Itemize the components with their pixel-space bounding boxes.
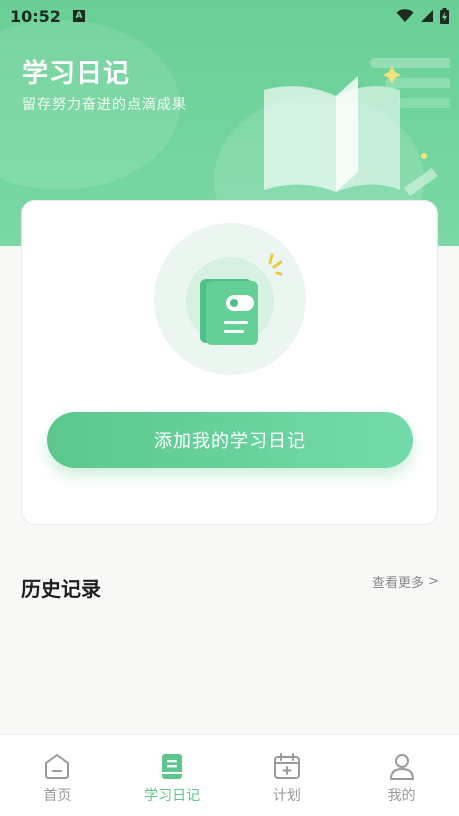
view-more-label: 查看更多 <box>372 576 425 591</box>
status-time: 10:52 <box>10 6 61 26</box>
page-subtitle: 留存努力奋进的点滴成果 <box>22 97 187 113</box>
notification-badge-icon: A <box>72 10 85 22</box>
tab-diary[interactable]: 学习日记 <box>115 735 230 816</box>
tab-diary-label: 学习日记 <box>144 788 201 804</box>
home-icon <box>45 754 70 779</box>
bottom-tab-bar: 首页 学习日记 计划 我的 <box>0 734 459 816</box>
signal-icon <box>421 10 433 22</box>
tab-mine-label: 我的 <box>387 788 416 804</box>
tab-plan-label: 计划 <box>272 788 301 804</box>
tab-home-label: 首页 <box>43 788 72 804</box>
notebook-icon <box>186 253 282 345</box>
tab-home[interactable]: 首页 <box>0 735 115 816</box>
diary-icon <box>162 754 183 779</box>
chevron-right-icon: > <box>428 574 439 589</box>
tab-mine[interactable]: 我的 <box>344 735 459 816</box>
open-book-illustration-icon <box>264 58 450 196</box>
history-section-title: 历史记录 <box>21 577 101 601</box>
wifi-icon <box>396 9 414 22</box>
person-icon <box>389 754 414 780</box>
status-bar: 10:52 A <box>0 0 459 32</box>
page-title: 学习日记 <box>22 59 131 89</box>
add-diary-card: 添加我的学习日记 <box>21 200 438 525</box>
status-icons <box>396 8 449 24</box>
calendar-plus-icon <box>273 753 300 779</box>
battery-icon <box>440 8 449 24</box>
add-diary-button[interactable]: 添加我的学习日记 <box>47 412 413 468</box>
view-more-link[interactable]: 查看更多 > <box>372 572 439 591</box>
tab-plan[interactable]: 计划 <box>230 735 345 816</box>
